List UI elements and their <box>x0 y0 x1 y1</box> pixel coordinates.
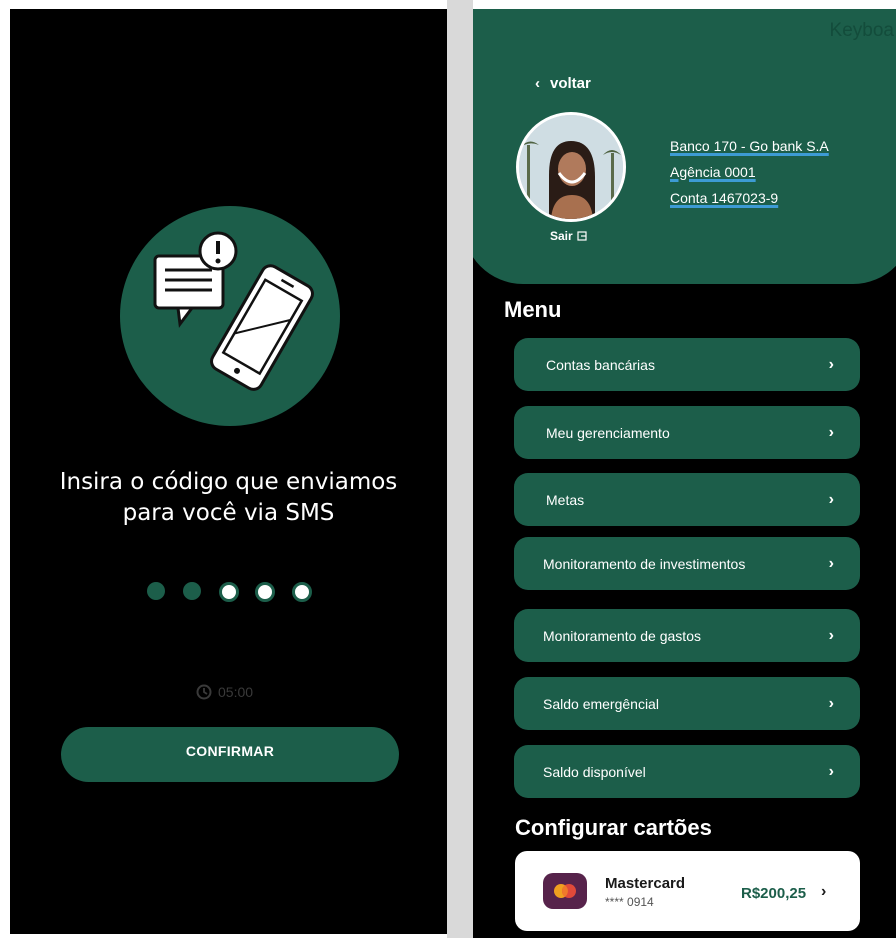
chevron-right-icon: › <box>828 694 834 712</box>
code-dot <box>183 582 201 600</box>
code-input-dots[interactable] <box>147 582 317 604</box>
logout-icon <box>577 231 587 241</box>
phone-message-icon <box>153 231 314 391</box>
prompt-line-2: para você via SMS <box>122 500 335 526</box>
back-link[interactable]: ‹ voltar <box>535 75 591 92</box>
menu-title: Menu <box>504 297 562 322</box>
bank-account-info: Banco 170 - Go bank S.A Agência 0001 Con… <box>670 133 829 211</box>
chevron-right-icon: › <box>828 423 834 441</box>
keyboard-hint: Keyboa <box>829 20 894 41</box>
cards-section-title: Configurar cartões <box>515 815 712 840</box>
bank-agency[interactable]: Agência 0001 <box>670 159 829 185</box>
menu-screen: Keyboa ‹ voltar Sair Banco 170 - Go bank… <box>473 9 896 938</box>
menu-item-metas[interactable]: Metas › <box>514 473 860 526</box>
card-item-mastercard[interactable]: Mastercard **** 0914 R$200,25 › <box>515 851 860 931</box>
chevron-right-icon: › <box>828 554 834 572</box>
bank-account[interactable]: Conta 1467023-9 <box>670 185 829 211</box>
timer-text: 05:00 <box>218 684 254 700</box>
screen-divider <box>447 0 473 938</box>
menu-item-label: Saldo disponível <box>543 763 646 780</box>
code-dot <box>147 582 165 600</box>
clock-icon <box>196 684 212 700</box>
chevron-left-icon: ‹ <box>535 75 540 92</box>
bank-name[interactable]: Banco 170 - Go bank S.A <box>670 133 829 159</box>
menu-item-label: Meu gerenciamento <box>546 424 670 441</box>
menu-item-monitoramento-investimentos[interactable]: Monitoramento de investimentos › <box>514 537 860 590</box>
chevron-right-icon: › <box>828 762 834 780</box>
menu-item-label: Monitoramento de gastos <box>543 627 701 644</box>
prompt-line-1: Insira o código que enviamos <box>59 469 398 495</box>
countdown-timer: 05:00 <box>196 682 253 702</box>
logout-label: Sair <box>550 229 573 243</box>
menu-item-monitoramento-gastos[interactable]: Monitoramento de gastos › <box>514 609 860 662</box>
code-dot <box>219 582 239 602</box>
card-name: Mastercard <box>605 875 686 892</box>
code-dot <box>292 582 312 602</box>
profile-photo <box>519 115 623 219</box>
chevron-right-icon: › <box>828 490 834 508</box>
back-label: voltar <box>550 75 591 92</box>
sms-prompt: Insira o código que enviamos para você v… <box>10 467 447 529</box>
logout-link[interactable]: Sair <box>550 229 587 243</box>
sms-illustration <box>120 206 340 426</box>
chevron-right-icon: › <box>828 626 834 644</box>
card-number: **** 0914 <box>605 895 654 909</box>
avatar[interactable] <box>516 112 626 222</box>
menu-item-contas-bancarias[interactable]: Contas bancárias › <box>514 338 860 391</box>
chevron-right-icon: › <box>821 883 827 900</box>
confirm-button[interactable]: CONFIRMAR <box>61 727 399 782</box>
menu-item-label: Monitoramento de investimentos <box>543 555 746 572</box>
menu-item-label: Contas bancárias <box>546 356 655 373</box>
menu-item-meu-gerenciamento[interactable]: Meu gerenciamento › <box>514 406 860 459</box>
mastercard-logo-icon <box>543 873 587 909</box>
sms-verification-screen: Insira o código que enviamos para você v… <box>10 9 447 934</box>
menu-item-label: Metas <box>546 491 585 508</box>
menu-item-saldo-emergencial[interactable]: Saldo emergêncial › <box>514 677 860 730</box>
code-dot <box>255 582 275 602</box>
card-amount: R$200,25 <box>741 885 807 902</box>
menu-item-saldo-disponivel[interactable]: Saldo disponível › <box>514 745 860 798</box>
chevron-right-icon: › <box>828 355 834 373</box>
menu-item-label: Saldo emergêncial <box>543 695 659 712</box>
